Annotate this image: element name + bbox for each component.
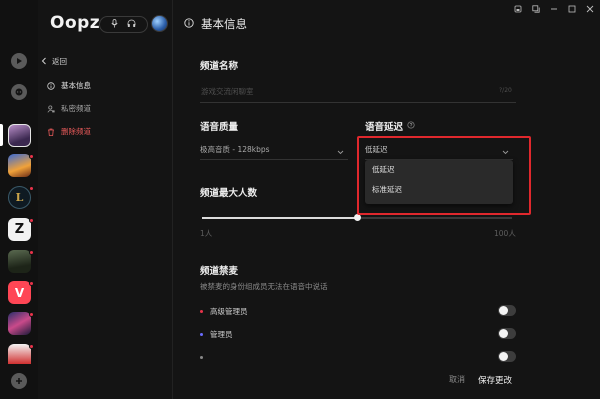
nav-item-delete-channel[interactable]: 删除频道 [47, 126, 91, 137]
role-color-dot [200, 332, 203, 336]
direct-messages-icon[interactable] [11, 84, 27, 100]
headphones-icon[interactable] [127, 19, 136, 30]
slider-max-label: 100人 [494, 229, 516, 238]
channel-name-underline [200, 102, 516, 103]
help-icon[interactable] [407, 120, 415, 132]
server-icon-7[interactable] [8, 312, 34, 338]
server-icon-8[interactable] [8, 344, 34, 370]
chevron-down-icon [337, 148, 344, 157]
role-label: 管理员 [210, 329, 233, 339]
mute-role-row: 管理员 [200, 327, 516, 341]
mute-role-row: 高级管理员 [200, 304, 516, 318]
voice-quality-underline [200, 159, 348, 160]
save-button[interactable]: 保存更改 [478, 374, 512, 386]
back-button[interactable]: 返回 [41, 56, 67, 67]
nav-item-label: 基本信息 [61, 81, 91, 90]
mute-toggle[interactable] [498, 328, 516, 339]
voice-quality-label: 语音质量 [200, 122, 239, 133]
info-icon [184, 18, 194, 30]
voice-controls [99, 16, 148, 33]
title-bar: 基本信息 [174, 0, 600, 46]
back-label: 返回 [52, 57, 67, 66]
server-icon-5[interactable] [8, 250, 34, 276]
slider-min-label: 1人 [200, 229, 213, 238]
mute-toggle[interactable] [498, 305, 516, 316]
page-title: 基本信息 [201, 17, 247, 31]
role-label: 高级管理员 [210, 306, 248, 316]
slider-fill [202, 217, 357, 219]
active-server-indicator [0, 124, 3, 146]
user-avatar[interactable] [151, 15, 168, 32]
max-members-slider[interactable] [202, 214, 512, 221]
server-icon-3[interactable]: L [8, 186, 34, 212]
voice-quality-select[interactable]: 极高音质 - 128kbps [200, 144, 348, 160]
mute-toggle[interactable] [498, 351, 516, 362]
voice-latency-label-row: 语音延迟 [365, 119, 415, 133]
server-icon-4[interactable]: Z [8, 218, 34, 244]
highlight-box [357, 136, 531, 215]
maximize-icon[interactable] [568, 5, 576, 15]
mute-label: 频道禁麦 [200, 266, 239, 277]
app-logo: Oopz [50, 13, 101, 33]
close-icon[interactable] [586, 5, 594, 15]
user-lock-icon [47, 104, 55, 113]
channel-name-input[interactable]: 游戏交流闲聊室 [201, 86, 254, 97]
copy-window-icon[interactable] [532, 5, 540, 15]
role-color-dot [200, 355, 203, 359]
voice-latency-label: 语音延迟 [365, 122, 404, 133]
max-members-label: 频道最大人数 [200, 188, 258, 199]
pin-icon[interactable] [514, 5, 522, 15]
microphone-icon[interactable] [111, 19, 118, 30]
server-icon-1[interactable] [8, 124, 31, 147]
settings-content: 频道名称 游戏交流闲聊室 ?/20 语音质量 语音延迟 极高音质 - 128kb… [174, 46, 600, 399]
server-icon-6[interactable]: V [8, 281, 34, 307]
nav-item-basic-info[interactable]: 基本信息 [47, 80, 91, 91]
server-rail: L Z V [0, 0, 38, 399]
channel-name-label: 频道名称 [200, 61, 239, 72]
chevron-left-icon [41, 57, 47, 67]
nav-item-label: 删除频道 [61, 127, 91, 136]
cancel-button[interactable]: 取消 [449, 374, 465, 385]
mute-role-row [200, 350, 516, 364]
nav-item-private-channel[interactable]: 私密频道 [47, 103, 91, 114]
window-controls [514, 5, 594, 15]
slider-thumb[interactable] [354, 214, 361, 221]
server-icon-2[interactable] [8, 154, 34, 180]
mute-hint: 被禁麦的身份组成员无法在语音中说话 [200, 282, 328, 291]
minimize-icon[interactable] [550, 5, 558, 15]
footer-bar: 取消 保存更改 [174, 364, 600, 399]
add-server-icon[interactable] [11, 373, 27, 389]
nav-item-label: 私密频道 [61, 104, 91, 113]
role-color-dot [200, 309, 203, 313]
channel-name-counter: ?/20 [499, 87, 512, 94]
trash-icon [47, 128, 55, 136]
explore-icon[interactable] [11, 53, 27, 69]
info-icon [47, 81, 55, 90]
voice-quality-value: 极高音质 - 128kbps [200, 145, 270, 154]
